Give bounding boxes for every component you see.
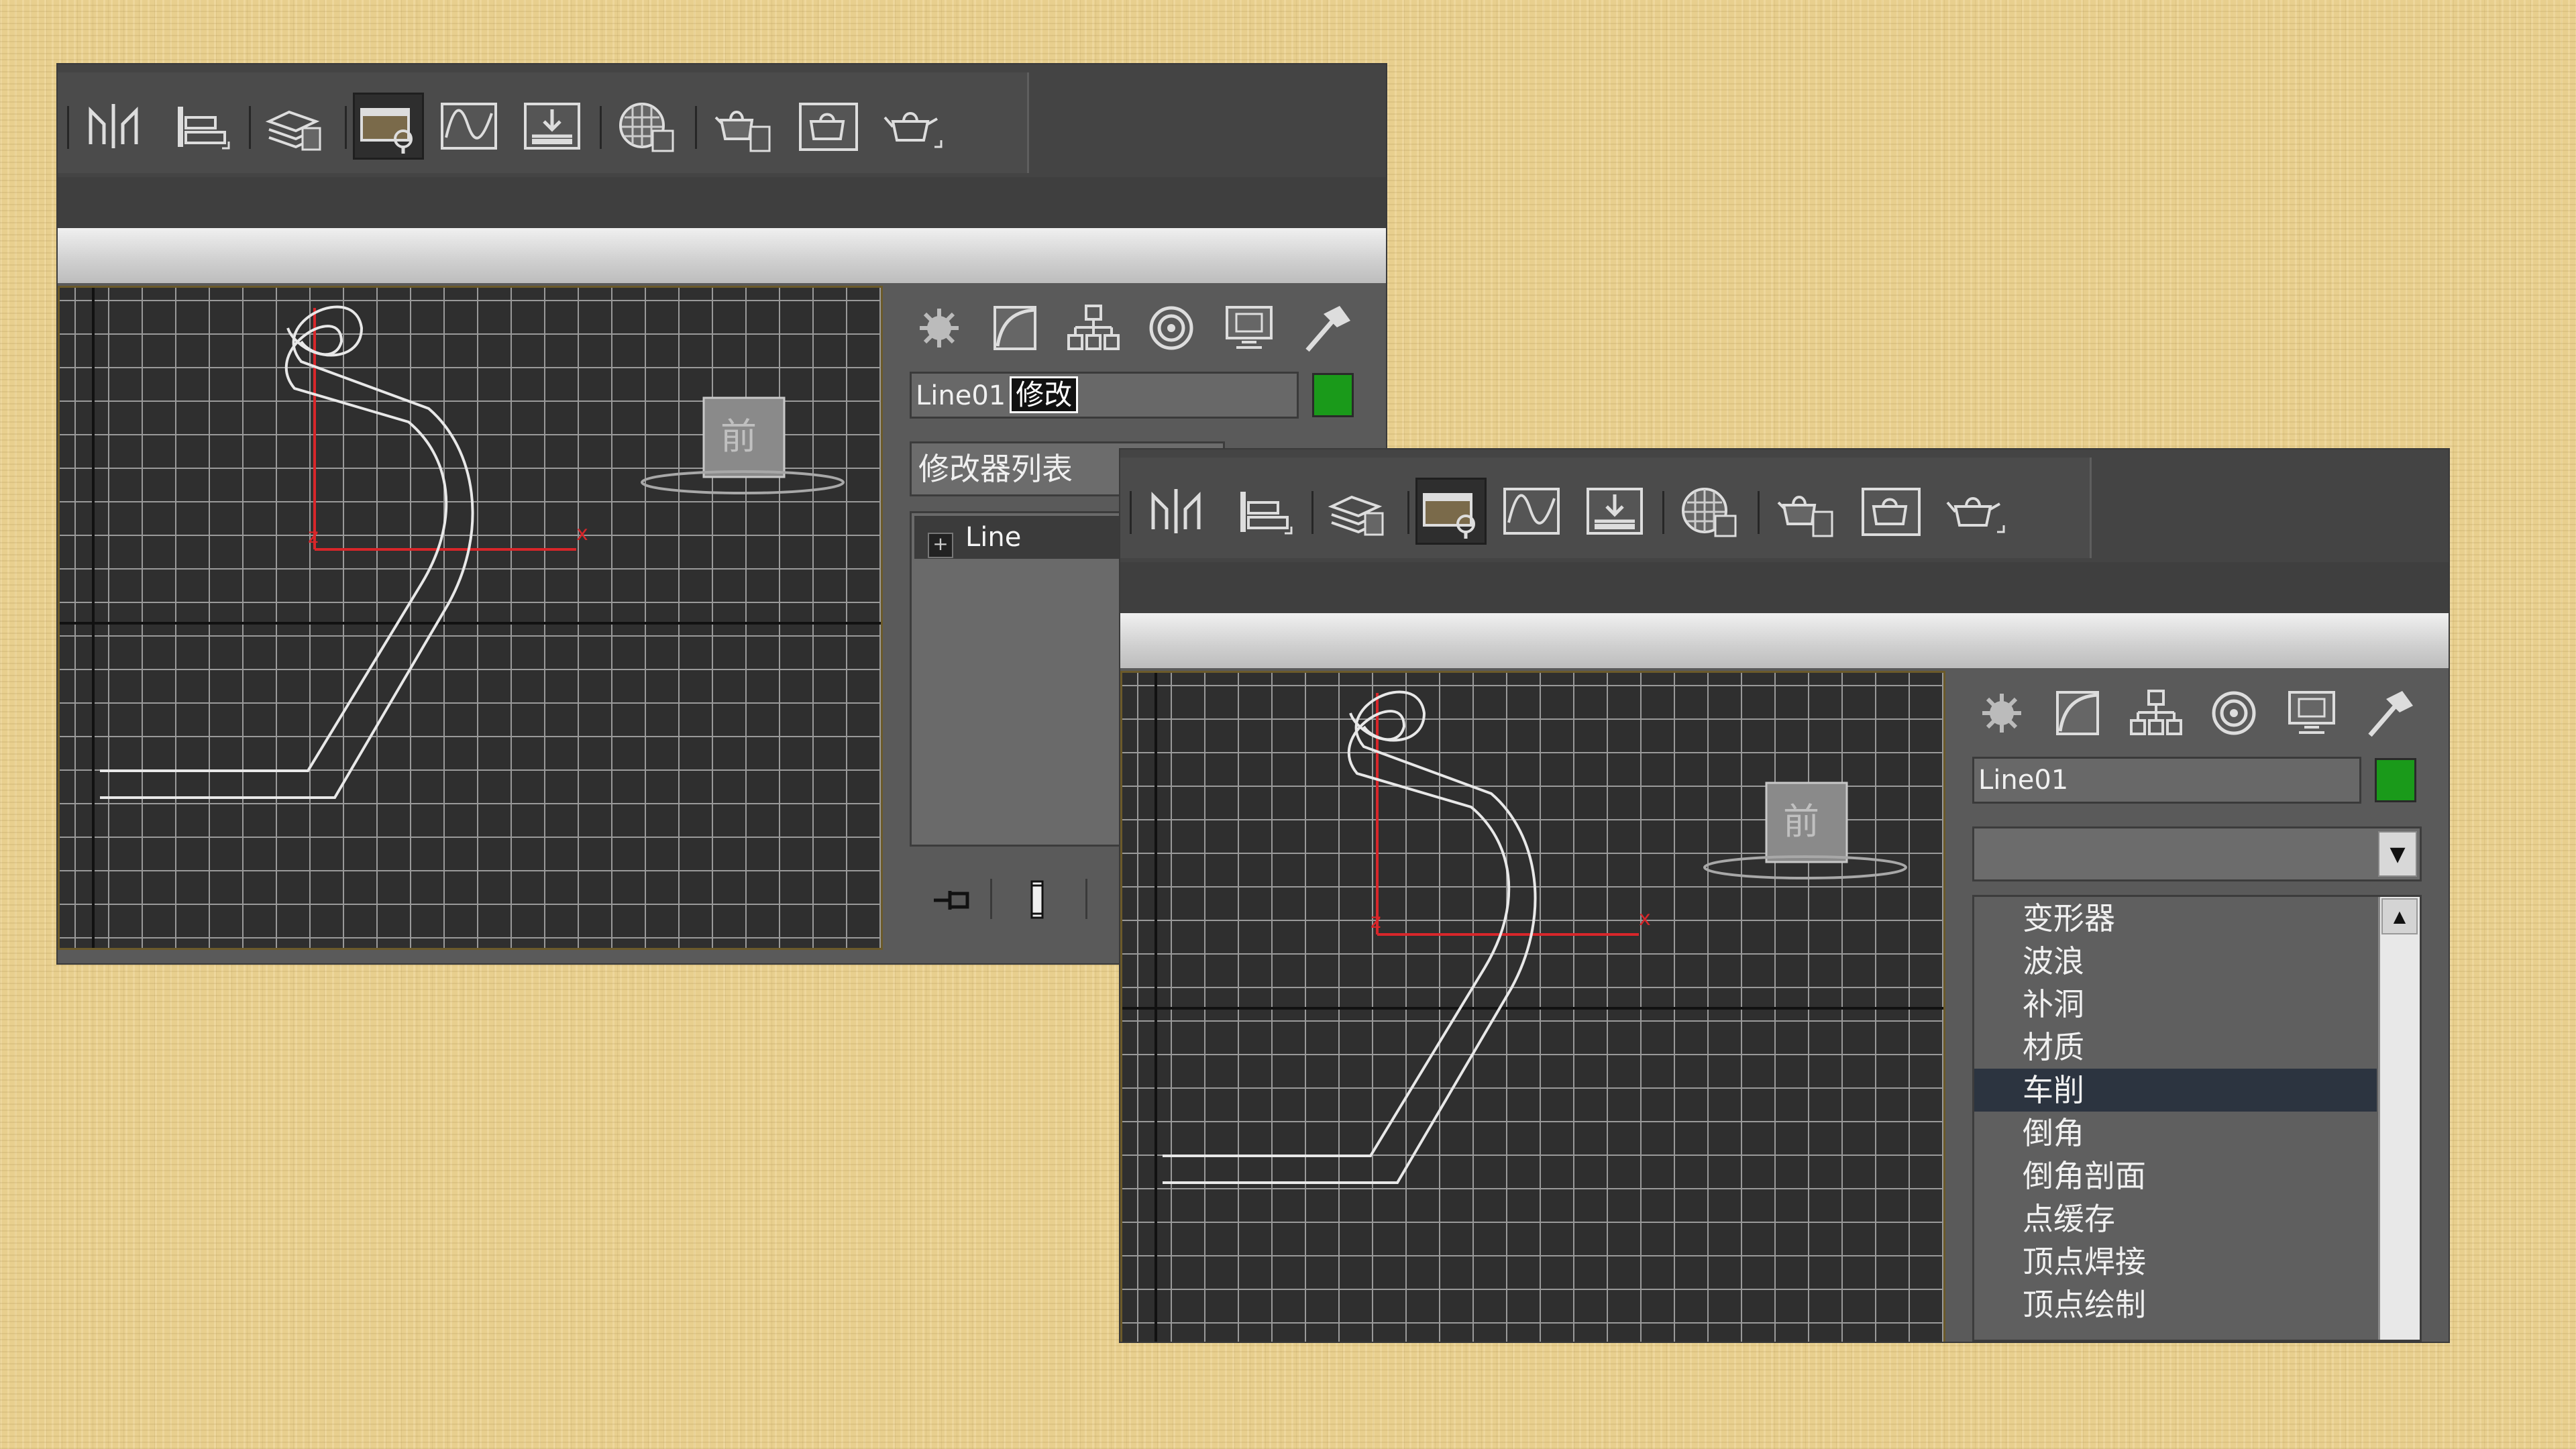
toolbar-group xyxy=(58,72,1029,173)
mirror-icon[interactable] xyxy=(80,93,152,160)
axis-z-label: z xyxy=(1371,910,1381,933)
schematic-view-icon[interactable] xyxy=(1579,478,1650,545)
utilities-tab[interactable] xyxy=(1293,298,1360,358)
show-end-result-icon[interactable] xyxy=(1028,879,1048,920)
viewport-front[interactable]: z x 前 xyxy=(58,286,883,950)
list-item[interactable]: 顶点焊接 xyxy=(1974,1240,2377,1283)
command-panel-tabs xyxy=(1952,676,2449,743)
scroll-up-icon[interactable]: ▲ xyxy=(2381,898,2418,934)
modify-tab[interactable] xyxy=(2045,683,2112,743)
toolbar-separator xyxy=(1311,491,1313,534)
axis-x-label: x xyxy=(1639,907,1651,930)
layer-manager-icon[interactable] xyxy=(259,93,330,160)
toolbar-separator xyxy=(990,879,992,919)
scene-explorer-icon[interactable] xyxy=(1415,478,1487,545)
command-panel: Line01 ▼ 变形器 波浪 补洞 材质 车削 倒角 倒角剖面 点缓存 顶点焊… xyxy=(1952,668,2449,1342)
toolbar-separator xyxy=(1130,491,1132,534)
hierarchy-tab[interactable] xyxy=(1060,298,1127,358)
toolbar-separator xyxy=(1085,879,1087,919)
modify-tooltip: 修改 xyxy=(1010,376,1079,413)
render-frame-icon[interactable] xyxy=(1856,478,1927,545)
modifier-stack: + Line xyxy=(910,511,1138,847)
curve-editor-icon[interactable] xyxy=(433,93,504,160)
toolbar-separator xyxy=(1407,491,1409,534)
toolbar-separator xyxy=(695,106,697,149)
create-tab[interactable] xyxy=(906,298,973,358)
list-item[interactable]: 点缓存 xyxy=(1974,1197,2377,1240)
list-scrollbar[interactable]: ▲ xyxy=(2378,897,2420,1340)
ribbon-bar xyxy=(58,177,1386,228)
render-setup-icon[interactable] xyxy=(1771,478,1842,545)
toolbar-separator xyxy=(1758,491,1760,534)
schematic-view-icon[interactable] xyxy=(517,93,588,160)
modifier-list-dropdown[interactable]: ▼ xyxy=(1972,826,2422,881)
render-teapot-icon[interactable] xyxy=(877,93,949,160)
axis-z-label: z xyxy=(308,525,319,548)
list-item[interactable]: 倒角 xyxy=(1974,1112,2377,1155)
toolbar-group xyxy=(1120,458,2092,558)
toolbar-separator xyxy=(345,106,347,149)
expand-icon[interactable]: + xyxy=(928,533,953,558)
motion-tab[interactable] xyxy=(1138,298,1205,358)
main-toolbar xyxy=(1120,449,2449,562)
chevron-down-icon[interactable]: ▼ xyxy=(2378,831,2417,877)
list-item-selected[interactable]: 车削 xyxy=(1974,1069,2377,1112)
list-item[interactable]: 倒角剖面 xyxy=(1974,1155,2377,1197)
render-teapot-icon[interactable] xyxy=(1940,478,2011,545)
pin-stack-icon[interactable] xyxy=(930,883,977,916)
toolbar-separator xyxy=(600,106,602,149)
view-cube-label: 前 xyxy=(720,415,757,458)
align-icon[interactable] xyxy=(1228,478,1299,545)
object-color-swatch[interactable] xyxy=(2375,758,2416,802)
stack-item-label: Line xyxy=(965,522,1022,553)
utilities-tab[interactable] xyxy=(2356,683,2423,743)
layer-manager-icon[interactable] xyxy=(1322,478,1393,545)
view-cube-label: 前 xyxy=(1783,800,1819,843)
list-item[interactable]: 波浪 xyxy=(1974,940,2377,983)
main-toolbar xyxy=(58,64,1386,177)
command-panel-tabs xyxy=(890,291,1386,358)
stack-item-line[interactable]: + Line xyxy=(914,516,1136,559)
list-item[interactable]: 变形器 xyxy=(1974,897,2377,940)
list-item[interactable]: 补洞 xyxy=(1974,983,2377,1026)
list-item[interactable]: 材质 xyxy=(1974,1026,2377,1069)
object-name-field[interactable]: Line01 修改 xyxy=(910,372,1299,419)
motion-tab[interactable] xyxy=(2200,683,2267,743)
object-name-field[interactable]: Line01 xyxy=(1972,757,2361,804)
list-item[interactable]: 顶点绘制 xyxy=(1974,1283,2377,1326)
viewport-label-bar xyxy=(58,228,1386,283)
render-setup-icon[interactable] xyxy=(708,93,780,160)
curve-editor-icon[interactable] xyxy=(1496,478,1567,545)
create-tab[interactable] xyxy=(1968,683,2035,743)
display-tab[interactable] xyxy=(1216,298,1283,358)
toolbar-separator xyxy=(67,106,69,149)
align-icon[interactable] xyxy=(165,93,236,160)
toolbar-separator xyxy=(1662,491,1664,534)
mirror-icon[interactable] xyxy=(1143,478,1214,545)
hierarchy-tab[interactable] xyxy=(2123,683,2190,743)
scene-explorer-icon[interactable] xyxy=(353,93,424,160)
object-name-text: Line01 xyxy=(1978,765,2069,796)
object-color-swatch[interactable] xyxy=(1312,373,1354,417)
modify-tab[interactable] xyxy=(982,298,1049,358)
viewport-label-bar xyxy=(1120,613,2449,668)
toolbar-separator xyxy=(249,106,251,149)
viewport-front[interactable]: z x 前 xyxy=(1120,671,1945,1342)
material-editor-icon[interactable] xyxy=(612,93,683,160)
display-tab[interactable] xyxy=(2278,683,2345,743)
max-window-modifier-list: z x 前 Line01 ▼ 变形器 波浪 补洞 材质 车削 倒角 倒角剖面 点… xyxy=(1120,449,2449,1342)
material-editor-icon[interactable] xyxy=(1674,478,1746,545)
modifier-list-label: 修改器列表 xyxy=(918,451,1073,487)
object-name-text: Line01 xyxy=(916,380,1006,411)
render-frame-icon[interactable] xyxy=(793,93,864,160)
stack-toolbar xyxy=(910,873,1138,927)
axis-x-label: x xyxy=(576,522,588,545)
modifier-list: 变形器 波浪 补洞 材质 车削 倒角 倒角剖面 点缓存 顶点焊接 顶点绘制 ▲ xyxy=(1972,895,2422,1342)
ribbon-bar xyxy=(1120,562,2449,613)
